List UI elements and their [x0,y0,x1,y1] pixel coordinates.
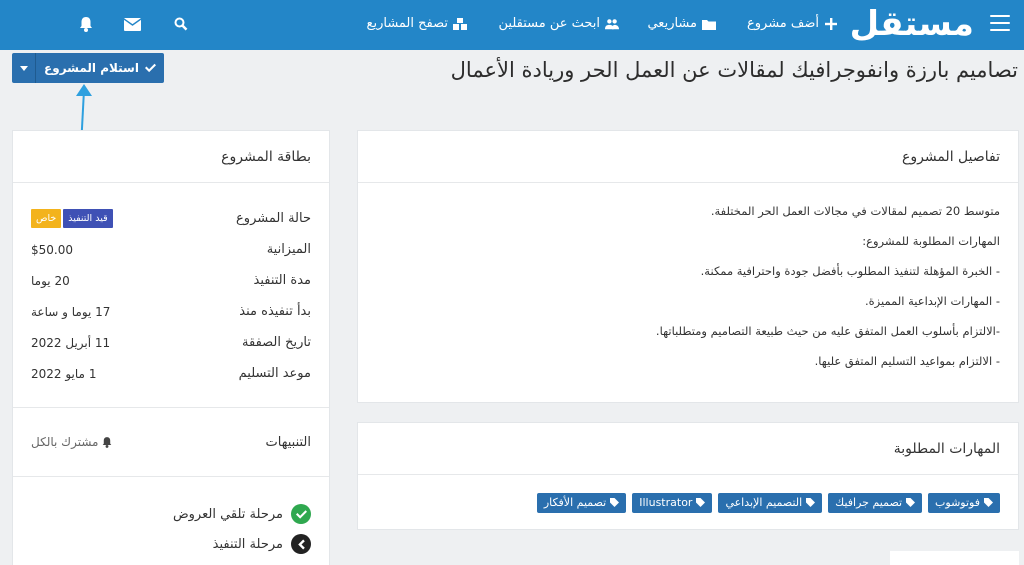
deal-date-value: 11 أبريل 2022 [31,335,111,350]
page-title: تصاميم بارزة وانفوجرافيك لمقالات عن العم… [450,58,1018,82]
stage-label: مرحلة التنفيذ [212,536,283,552]
card-row-delivery: موعد التسليم 1 مايو 2022 [31,358,311,389]
skill-tag[interactable]: Illustrator [632,493,713,513]
site-logo[interactable]: مستقل [850,2,974,46]
next-panel-edge [890,551,1019,565]
status-label: حالة المشروع [236,211,311,226]
duration-label: مدة التنفيذ [253,273,311,288]
bell-icon [103,436,112,448]
tag-icon [610,498,620,507]
folder-icon [702,19,716,30]
tag-icon [696,498,706,507]
skill-tag[interactable]: التصميم الإبداعي [718,493,823,513]
started-label: بدأ تنفيذه منذ [239,304,311,319]
tag-icon [906,498,916,507]
dropdown-caret-icon[interactable] [12,53,36,83]
details-line: -الالتزام بأسلوب العمل المتفق عليه من حي… [655,324,1000,338]
cubes-icon [453,17,467,30]
notifications-toggle[interactable]: مشترك بالكل [31,435,112,449]
search-icon[interactable] [172,15,190,33]
skill-tag[interactable]: فوتوشوب [928,493,1000,513]
notifications-label: التنبيهات [265,434,311,450]
skill-tag[interactable]: تصميم جرافيك [828,493,923,513]
card-row-status: حالة المشروع قيد التنفيذ خاص [31,203,311,234]
tag-icon [806,498,816,507]
notifications-row: التنبيهات مشترك بالكل [13,408,329,476]
card-row-started: بدأ تنفيذه منذ 17 يوما و ساعة [31,296,311,327]
status-badges: قيد التنفيذ خاص [31,209,113,228]
delivery-label: موعد التسليم [238,366,311,381]
nav-browse-projects-label: تصفح المشاريع [366,16,448,31]
card-row-deal-date: تاريخ الصفقة 11 أبريل 2022 [31,327,311,358]
check-circle-icon [291,504,311,524]
required-skills-header: المهارات المطلوبة [358,423,1018,475]
nav-my-projects-label: مشاريعي [647,16,697,31]
skill-tag-label: تصميم جرافيك [835,496,903,509]
details-line: المهارات المطلوبة للمشروع: [862,234,1000,248]
project-card-panel: بطاقة المشروع حالة المشروع قيد التنفيذ خ… [12,130,330,565]
duration-value: 20 يوما [31,273,70,288]
budget-value: $50.00 [31,242,73,257]
nav-browse-projects[interactable]: تصفح المشاريع [367,16,467,31]
notifications-value: مشترك بالكل [31,435,99,449]
chevron-left-circle-icon [291,534,311,554]
project-details-body: متوسط 20 تصميم لمقالات في مجالات العمل ا… [358,183,1018,369]
details-line: متوسط 20 تصميم لمقالات في مجالات العمل ا… [710,204,1000,218]
skill-tag[interactable]: تصميم الأفكار [536,493,627,513]
budget-label: الميزانية [266,242,311,257]
details-line: - الخبرة المؤهلة لتنفيذ المطلوب بأفضل جو… [700,264,1000,278]
delivery-value: 1 مايو 2022 [31,366,97,381]
check-icon [144,63,156,73]
skill-tag-label: تصميم الأفكار [543,496,607,509]
deal-date-label: تاريخ الصفقة [242,335,311,350]
bell-icon[interactable] [77,15,95,33]
receive-project-button[interactable]: استلام المشروع [12,53,164,83]
hamburger-icon[interactable] [990,15,1010,33]
tag-icon [984,498,993,507]
details-line: - المهارات الإبداعية المميزة. [864,294,1000,308]
nav-find-freelancers[interactable]: ابحث عن مستقلين [498,16,619,31]
project-card-body: حالة المشروع قيد التنفيذ خاص الميزانية $… [13,183,329,389]
skill-tag-label: التصميم الإبداعي [725,496,803,509]
skill-tag-label: فوتوشوب [935,496,980,509]
private-badge: خاص [31,209,62,228]
project-card-header: بطاقة المشروع [13,131,329,183]
nav-find-freelancers-label: ابحث عن مستقلين [498,16,601,31]
nav-add-project[interactable]: أضف مشروع [747,16,838,31]
stage-label: مرحلة تلقي العروض [172,506,283,522]
skill-tag-label: Illustrator [639,496,693,509]
project-details-header: تفاصيل المشروع [358,131,1018,183]
card-row-duration: مدة التنفيذ 20 يوما [31,265,311,296]
status-badge: قيد التنفيذ [63,209,113,228]
plus-icon [825,17,837,30]
users-icon [605,18,619,29]
receive-project-label: استلام المشروع [44,61,139,75]
started-value: 17 يوما و ساعة [31,304,111,319]
project-stages: مرحلة تلقي العروض مرحلة التنفيذ [13,477,329,559]
top-navbar: مستقل أضف مشروع مشاريعي ابحث عن مستقلين … [0,0,1024,50]
stage-item: مرحلة تلقي العروض [13,499,329,529]
card-row-budget: الميزانية $50.00 [31,234,311,265]
nav-my-projects[interactable]: مشاريعي [647,16,716,31]
skills-tag-list: فوتوشوب تصميم جرافيك التصميم الإبداعي Il… [358,475,1018,531]
nav-add-project-label: أضف مشروع [746,16,819,31]
project-details-panel: تفاصيل المشروع متوسط 20 تصميم لمقالات في… [357,130,1019,403]
details-line: - الالتزام بمواعيد التسليم المتفق عليها. [814,354,1000,368]
required-skills-panel: المهارات المطلوبة فوتوشوب تصميم جرافيك ا… [357,422,1019,530]
stage-item: مرحلة التنفيذ [13,529,329,559]
envelope-icon[interactable] [123,15,141,33]
